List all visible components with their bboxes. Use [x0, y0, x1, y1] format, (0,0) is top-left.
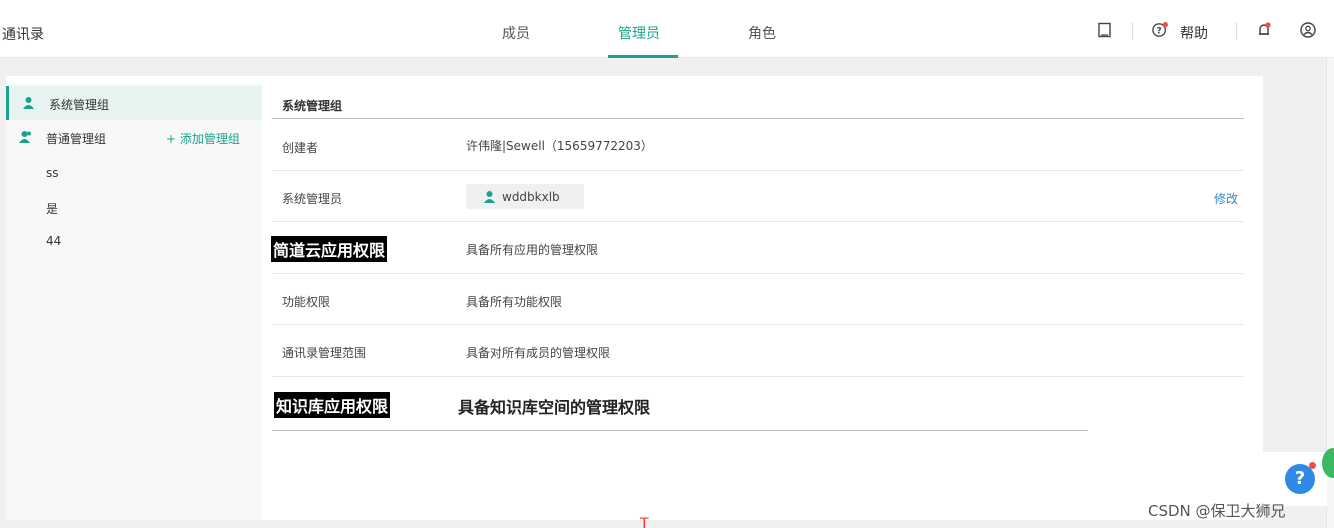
row-value-knowledge-base-permission: 具备知识库空间的管理权限 [458, 398, 651, 417]
svg-text:?: ? [1157, 27, 1162, 37]
divider [272, 170, 1244, 171]
floating-help-widget[interactable]: ? [1259, 452, 1327, 506]
tab-members[interactable]: 成员 [502, 23, 530, 43]
section-title: 系统管理组 [282, 99, 343, 113]
tab-admins[interactable]: 管理员 [618, 23, 660, 43]
row-label-system-admin: 系统管理员 [282, 192, 343, 206]
notification-dot [1309, 462, 1316, 469]
admin-user-name: wddbkxlb [502, 190, 560, 204]
active-tab-indicator [608, 55, 678, 58]
row-value-creator: 许伟隆|Sewell（15659772203） [466, 139, 653, 153]
row-value-function-permission: 具备所有功能权限 [466, 295, 563, 309]
divider [272, 273, 1244, 274]
help-link[interactable]: 帮助 [1180, 23, 1208, 43]
watermark: CSDN @保卫大狮兄 [1148, 502, 1286, 520]
notebook-icon[interactable] [1097, 22, 1113, 38]
admin-group-sidebar: 系统管理组 普通管理组 + 添加管理组 ss 是 44 [6, 84, 262, 520]
header-divider [1132, 22, 1133, 40]
user-avatar-icon[interactable] [1300, 22, 1316, 38]
add-group-button[interactable]: + 添加管理组 [166, 130, 240, 147]
sidebar-item-label: 普通管理组 [46, 132, 107, 146]
stray-mark: T [640, 516, 649, 528]
divider [272, 376, 1244, 377]
user-icon [23, 97, 34, 109]
sidebar-item-normal-admin-group[interactable]: 普通管理组 + 添加管理组 [6, 120, 262, 154]
user-icon [484, 191, 495, 203]
admin-user-chip[interactable]: wddbkxlb [466, 184, 584, 209]
row-label-creator: 创建者 [282, 141, 319, 155]
main-card: 系统管理组 普通管理组 + 添加管理组 ss 是 44 系统管理组 创建者 许伟… [6, 76, 1263, 520]
row-label-knowledge-base-permission: 知识库应用权限 [274, 392, 391, 418]
divider [272, 430, 1088, 431]
row-label-jiandaoyun-app-permission: 简道云应用权限 [271, 236, 388, 262]
user-group-icon [19, 131, 31, 143]
tab-roles[interactable]: 角色 [748, 23, 776, 43]
sidebar-subitem-44[interactable]: 44 [46, 234, 61, 248]
sidebar-subitem-ss[interactable]: ss [46, 166, 59, 180]
sidebar-subitem-shi[interactable]: 是 [46, 200, 58, 217]
row-label-contacts-scope: 通讯录管理范围 [282, 346, 367, 360]
sidebar-item-label: 系统管理组 [49, 98, 110, 112]
edit-admin-link[interactable]: 修改 [1214, 190, 1238, 207]
top-header: 通讯录 成员 管理员 角色 ? 帮助 [0, 0, 1334, 58]
sidebar-item-system-admin-group[interactable]: 系统管理组 [6, 86, 262, 120]
row-value-contacts-scope: 具备对所有成员的管理权限 [466, 346, 611, 360]
bell-icon[interactable] [1256, 22, 1272, 38]
row-label-function-permission: 功能权限 [282, 295, 331, 309]
divider [272, 118, 1244, 119]
header-divider [1236, 22, 1237, 40]
app-title: 通讯录 [2, 27, 44, 43]
help-icon[interactable]: ? [1152, 22, 1168, 38]
divider [272, 324, 1244, 325]
row-value-jiandaoyun-app-permission: 具备所有应用的管理权限 [466, 243, 599, 257]
divider [272, 221, 1244, 222]
